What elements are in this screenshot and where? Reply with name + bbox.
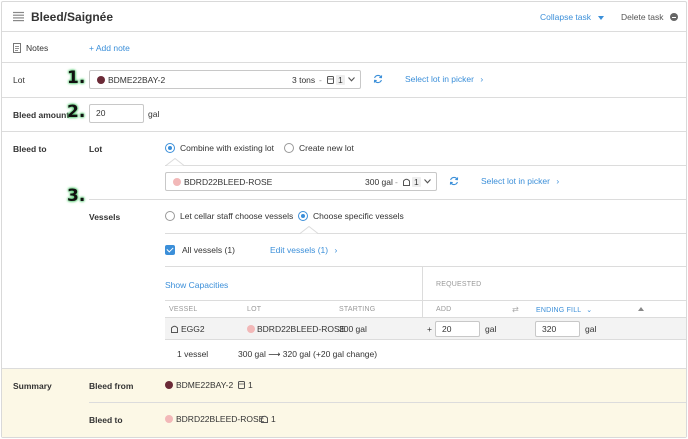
column-header-lot: LOT: [247, 306, 262, 313]
chevron-right-icon: ›: [334, 245, 338, 255]
tank-icon: [403, 178, 410, 186]
combine-existing-lot-label[interactable]: Combine with existing lot: [180, 143, 274, 153]
chevron-down-icon: [348, 77, 355, 82]
cellar-staff-choose-radio[interactable]: [165, 211, 175, 221]
sort-up-icon[interactable]: [638, 307, 644, 311]
summary-bleed-to-label: Bleed to: [89, 415, 123, 425]
delete-task-label: Delete task: [621, 12, 664, 22]
tank-icon: [261, 415, 268, 423]
summary-label: Summary: [13, 381, 52, 391]
table-row: EGG2 BDRD22BLEED-ROSE 300 gal + 20 gal 3…: [165, 317, 686, 340]
menu-icon[interactable]: [13, 11, 24, 22]
step-marker-3: 3.: [67, 186, 86, 206]
edit-vessels-link[interactable]: Edit vessels (1) ›: [270, 245, 337, 255]
all-vessels-label[interactable]: All vessels (1): [182, 245, 235, 255]
row-vessel: EGG2: [181, 324, 205, 334]
bleed-amount-label: Bleed amount: [13, 110, 70, 120]
step-marker-2: 2.: [67, 102, 86, 122]
row-starting: 300 gal: [339, 324, 367, 334]
collapse-task-label: Collapse task: [540, 12, 592, 22]
combine-existing-lot-radio[interactable]: [165, 143, 175, 153]
summary-bleed-from-label: Bleed from: [89, 381, 134, 391]
notes-icon: [13, 43, 21, 53]
summary-to-color-dot: [165, 415, 173, 423]
column-header-vessel: VESSEL: [169, 306, 198, 313]
minus-circle-icon: [669, 13, 678, 21]
vessel-icon: [327, 76, 334, 84]
caret-down-icon: [598, 15, 605, 20]
chevron-down-icon: ⌄: [586, 307, 593, 314]
select-lot-in-picker-link[interactable]: Select lot in picker ›: [405, 74, 483, 84]
bleed-to-lot-select[interactable]: BDRD22BLEED-ROSE 300 gal - 1: [165, 172, 437, 191]
footer-vessel-count: 1 vessel: [177, 349, 209, 359]
chevron-right-icon: ›: [556, 176, 560, 186]
bleed-to-lot-vessel-count: 1: [412, 177, 421, 187]
vessel-icon: [238, 381, 245, 389]
step-marker-1: 1.: [67, 68, 86, 88]
vessels-label: Vessels: [89, 212, 121, 222]
row-add-unit: gal: [485, 324, 497, 334]
row-lot-color-dot: [247, 325, 255, 333]
bleed-to-select-lot-picker-link[interactable]: Select lot in picker ›: [481, 176, 559, 186]
page-title: Bleed/Saignée: [31, 10, 114, 24]
column-header-add: ADD: [436, 306, 452, 313]
bleed-to-lot-amount: 300 gal: [365, 177, 393, 187]
choose-specific-vessels-label[interactable]: Choose specific vessels: [313, 211, 404, 221]
requested-header: REQUESTED: [436, 281, 482, 288]
cellar-staff-choose-label[interactable]: Let cellar staff choose vessels: [180, 211, 293, 221]
column-header-ending-fill[interactable]: ENDING FILL ⌄: [536, 306, 592, 314]
tank-icon: [171, 325, 178, 333]
lot-label: Lot: [13, 75, 25, 85]
show-capacities-link[interactable]: Show Capacities: [165, 280, 228, 290]
notes-label: Notes: [26, 43, 49, 53]
footer-volume-change: 300 gal ⟶ 320 gal (+20 gal change): [238, 349, 378, 359]
bleed-to-lot-label: Lot: [89, 144, 103, 154]
row-add-input[interactable]: 20: [435, 321, 480, 337]
summary-from-count: 1: [248, 380, 253, 390]
select-lot-picker-label: Select lot in picker: [405, 74, 474, 84]
chevron-down-icon: [424, 179, 431, 184]
chevron-right-icon: ›: [480, 74, 484, 84]
summary-to-count: 1: [271, 414, 276, 424]
lot-amount: 3 tons: [292, 75, 316, 85]
column-header-starting: STARTING: [339, 306, 376, 313]
bleed-to-lot-value: BDRD22BLEED-ROSE: [184, 177, 273, 187]
bleed-to-lot-color-dot: [173, 178, 181, 186]
refresh-icon[interactable]: [449, 176, 459, 186]
ending-fill-label: ENDING FILL: [536, 307, 582, 314]
create-new-lot-radio[interactable]: [284, 143, 294, 153]
row-add-sign: +: [427, 324, 432, 334]
summary-from-color-dot: [165, 381, 173, 389]
create-new-lot-label[interactable]: Create new lot: [299, 143, 354, 153]
panel-caret: [166, 158, 184, 166]
row-lot: BDRD22BLEED-ROSE: [257, 324, 346, 334]
refresh-icon[interactable]: [373, 74, 383, 84]
lot-select-value: BDME22BAY-2: [108, 75, 166, 85]
lot-select[interactable]: BDME22BAY-2 3 tons - 1: [89, 70, 361, 89]
lot-color-dot: [97, 76, 105, 84]
summary-section: [2, 369, 686, 437]
delete-task-button[interactable]: Delete task: [621, 12, 678, 22]
all-vessels-checkbox[interactable]: [165, 245, 175, 255]
add-note-link[interactable]: + Add note: [89, 43, 130, 53]
row-ending-fill-input[interactable]: 320: [535, 321, 580, 337]
summary-to-lot: BDRD22BLEED-ROSE: [176, 414, 265, 424]
lot-vessel-count: 1: [336, 75, 345, 85]
swap-arrows-icon[interactable]: ⇄: [512, 305, 519, 314]
bleed-amount-input[interactable]: 20: [89, 104, 144, 123]
collapse-task-button[interactable]: Collapse task: [540, 12, 605, 22]
row-ending-unit: gal: [585, 324, 597, 334]
panel-caret: [300, 226, 318, 234]
edit-vessels-label: Edit vessels (1): [270, 245, 329, 255]
bleed-to-label: Bleed to: [13, 144, 47, 154]
bleed-amount-unit: gal: [148, 109, 160, 119]
choose-specific-vessels-radio[interactable]: [298, 211, 308, 221]
bleed-to-picker-label: Select lot in picker: [481, 176, 550, 186]
summary-from-lot: BDME22BAY-2: [176, 380, 234, 390]
